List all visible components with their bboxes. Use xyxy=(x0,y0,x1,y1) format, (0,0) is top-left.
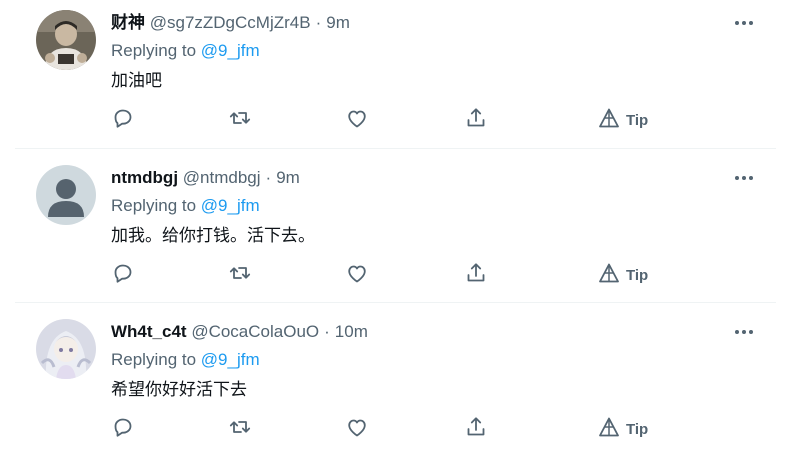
timestamp[interactable]: 9m xyxy=(326,13,350,32)
more-options-icon[interactable] xyxy=(730,325,758,339)
share-button[interactable] xyxy=(464,261,488,290)
user-handle[interactable]: @ntmdbgj xyxy=(183,168,261,187)
like-button[interactable] xyxy=(345,108,369,132)
tip-label: Tip xyxy=(626,111,649,129)
reply-tweet[interactable]: ntmdbgj @ntmdbgj · 9m Replying to @9_jfm 加… xyxy=(0,155,776,301)
mention-link[interactable]: @9_jfm xyxy=(201,196,260,215)
avatar[interactable] xyxy=(36,10,96,70)
tip-button[interactable]: Tip xyxy=(598,417,648,441)
reply-tweet[interactable]: 财神 @sg7zZDgCcMjZr4B · 9m Replying to @9_jf… xyxy=(0,0,776,146)
display-name[interactable]: 财神 xyxy=(111,13,145,32)
tip-icon xyxy=(598,262,620,289)
share-icon xyxy=(464,261,488,290)
reply-feed: 财神 @sg7zZDgCcMjZr4B · 9m Replying to @9_jf… xyxy=(0,0,800,446)
display-name[interactable]: ntmdbgj xyxy=(111,168,178,187)
tip-label: Tip xyxy=(626,420,649,438)
retweet-icon xyxy=(228,415,252,444)
retweet-button[interactable] xyxy=(228,417,252,441)
divider xyxy=(15,302,776,303)
separator-dot: · xyxy=(315,13,322,32)
mention-link[interactable]: @9_jfm xyxy=(201,41,260,60)
action-bar: Tip xyxy=(111,261,671,290)
reply-icon xyxy=(111,415,135,444)
tweet-text: 加油吧 xyxy=(111,71,162,90)
heart-icon xyxy=(345,261,369,290)
avatar[interactable] xyxy=(36,319,96,379)
reply-button[interactable] xyxy=(111,263,135,287)
separator-dot: · xyxy=(324,322,330,341)
tweet-header: Wh4t_c4t @CocaColaOuO · 10m xyxy=(111,321,368,343)
replying-to-label: Replying to xyxy=(111,41,197,60)
reply-icon xyxy=(111,106,135,135)
reply-tweet[interactable]: Wh4t_c4t @CocaColaOuO · 10m Replying to @9… xyxy=(0,309,776,455)
divider xyxy=(15,148,776,149)
share-button[interactable] xyxy=(464,415,488,444)
replying-to: Replying to @9_jfm xyxy=(111,349,260,371)
more-options-icon[interactable] xyxy=(730,171,758,185)
replying-to: Replying to @9_jfm xyxy=(111,40,260,62)
share-button[interactable] xyxy=(464,106,488,135)
separator-dot: · xyxy=(265,168,272,187)
heart-icon xyxy=(345,106,369,135)
timestamp[interactable]: 9m xyxy=(276,168,300,187)
tweet-header: 财神 @sg7zZDgCcMjZr4B · 9m xyxy=(111,12,350,34)
retweet-button[interactable] xyxy=(228,263,252,287)
timestamp[interactable]: 10m xyxy=(335,322,368,341)
tweet-text: 希望你好好活下去 xyxy=(111,380,247,399)
mention-link[interactable]: @9_jfm xyxy=(201,350,260,369)
like-button[interactable] xyxy=(345,263,369,287)
tip-label: Tip xyxy=(626,266,649,284)
tip-icon xyxy=(598,416,620,443)
user-handle[interactable]: @sg7zZDgCcMjZr4B xyxy=(150,13,311,32)
share-icon xyxy=(464,106,488,135)
reply-icon xyxy=(111,261,135,290)
like-button[interactable] xyxy=(345,417,369,441)
retweet-icon xyxy=(228,261,252,290)
user-handle[interactable]: @CocaColaOuO xyxy=(191,322,319,341)
reply-button[interactable] xyxy=(111,417,135,441)
retweet-button[interactable] xyxy=(228,108,252,132)
action-bar: Tip xyxy=(111,106,671,135)
avatar[interactable] xyxy=(36,165,96,225)
replying-to: Replying to @9_jfm xyxy=(111,195,260,217)
replying-to-label: Replying to xyxy=(111,196,197,215)
tweet-text: 加我。给你打钱。活下去。 xyxy=(111,226,315,245)
tip-button[interactable]: Tip xyxy=(598,108,648,132)
display-name[interactable]: Wh4t_c4t xyxy=(111,322,187,341)
heart-icon xyxy=(345,415,369,444)
share-icon xyxy=(464,415,488,444)
tip-icon xyxy=(598,107,620,134)
tweet-header: ntmdbgj @ntmdbgj · 9m xyxy=(111,167,300,189)
retweet-icon xyxy=(228,106,252,135)
tip-button[interactable]: Tip xyxy=(598,263,648,287)
more-options-icon[interactable] xyxy=(730,16,758,30)
reply-button[interactable] xyxy=(111,108,135,132)
replying-to-label: Replying to xyxy=(111,350,197,369)
action-bar: Tip xyxy=(111,415,671,444)
